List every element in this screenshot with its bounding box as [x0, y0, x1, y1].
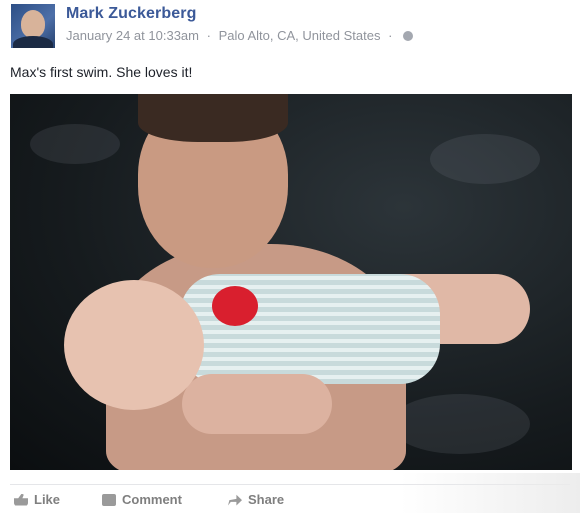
- share-label: Share: [248, 492, 285, 507]
- meta-separator-2: ·: [388, 28, 393, 43]
- author-name-link[interactable]: Mark Zuckerberg: [66, 5, 196, 23]
- share-icon: [228, 494, 242, 506]
- father-hair: [138, 94, 288, 142]
- comment-button[interactable]: Comment: [102, 492, 182, 507]
- globe-icon[interactable]: [403, 31, 414, 41]
- like-button[interactable]: Like: [14, 492, 60, 507]
- corner-fade: [400, 473, 580, 513]
- comment-label: Comment: [122, 492, 182, 507]
- water-ripple: [390, 394, 530, 454]
- post-text: Max's first swim. She loves it!: [10, 64, 193, 80]
- avatar-shoulders: [13, 36, 53, 48]
- baby-arm: [182, 374, 332, 434]
- profile-avatar[interactable]: [11, 4, 55, 48]
- comment-icon: [102, 493, 116, 506]
- post-photo[interactable]: [10, 94, 572, 470]
- post-timestamp[interactable]: January 24 at 10:33am: [66, 28, 199, 43]
- post-meta: January 24 at 10:33am · Palo Alto, CA, U…: [66, 28, 414, 43]
- water-ripple: [30, 124, 120, 164]
- meta-separator: ·: [206, 28, 211, 43]
- share-button[interactable]: Share: [228, 492, 284, 507]
- swimsuit-flower: [212, 286, 258, 326]
- thumbs-up-icon: [14, 493, 28, 506]
- baby-head: [64, 280, 204, 410]
- post-location[interactable]: Palo Alto, CA, United States: [219, 28, 381, 43]
- like-label: Like: [34, 492, 61, 507]
- avatar-face: [21, 10, 45, 38]
- water-ripple: [430, 134, 540, 184]
